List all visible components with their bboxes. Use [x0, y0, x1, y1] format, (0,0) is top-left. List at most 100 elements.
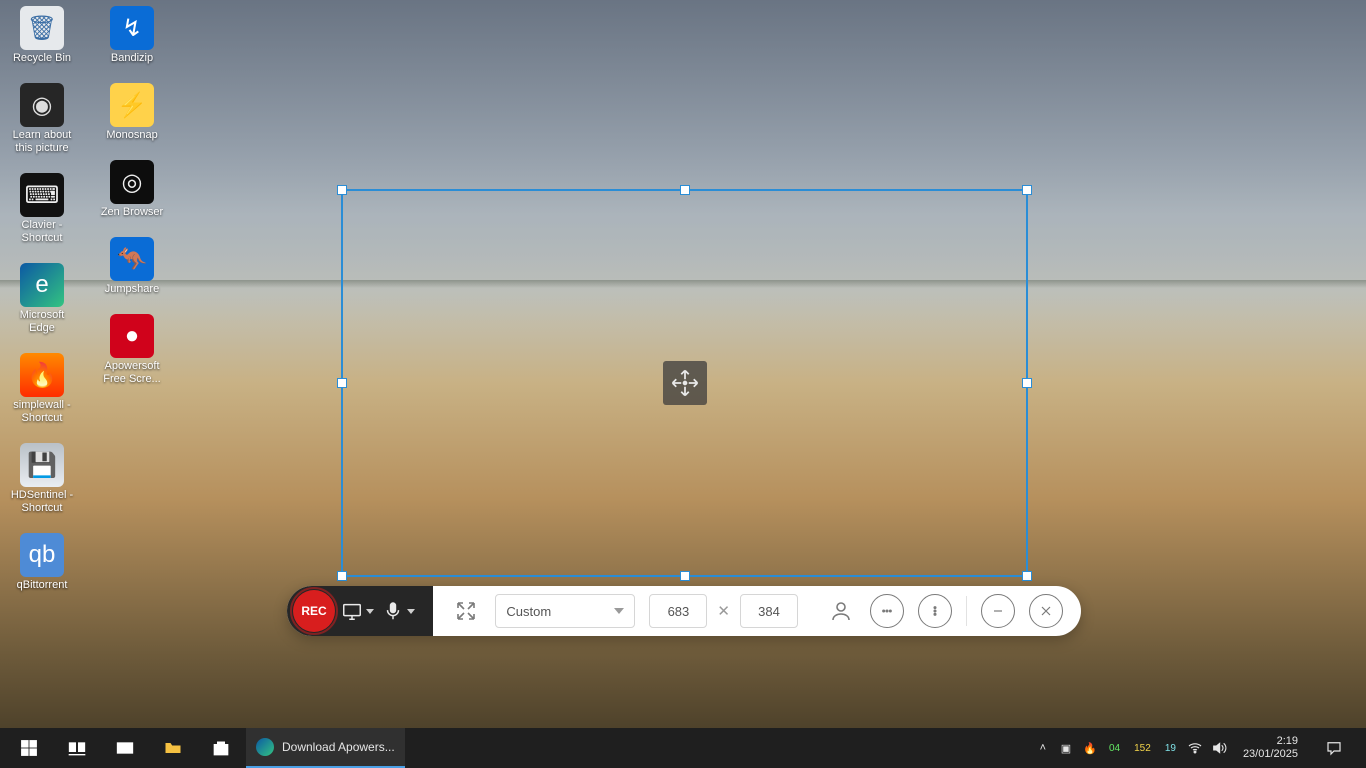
- width-input[interactable]: [649, 594, 707, 628]
- desktop-icon-clavier[interactable]: ⌨ Clavier - Shortcut: [6, 173, 78, 245]
- desktop-icon-label: Jumpshare: [105, 283, 159, 296]
- close-button[interactable]: [1029, 594, 1063, 628]
- desktop-icon-jumpshare[interactable]: 🦘 Jumpshare: [96, 237, 168, 296]
- close-icon: [1038, 603, 1054, 619]
- monitor-icon: [341, 600, 363, 622]
- divider: [966, 596, 967, 626]
- resize-handle-r[interactable]: [1022, 378, 1032, 388]
- move-icon: [670, 368, 700, 398]
- tray-gpu-badge[interactable]: 04: [1106, 743, 1123, 754]
- microphone-icon: [382, 600, 404, 622]
- start-button[interactable]: [6, 728, 52, 768]
- tray-mem-badge[interactable]: 19: [1162, 743, 1179, 754]
- desktop-icon-simplewall[interactable]: 🔥 simplewall - Shortcut: [6, 353, 78, 425]
- resize-handle-t[interactable]: [680, 185, 690, 195]
- desktop-icon-monosnap[interactable]: ⚡ Monosnap: [96, 83, 168, 142]
- minimize-button[interactable]: [981, 594, 1015, 628]
- desktop-icon-apowersoft[interactable]: ● Apowersoft Free Scre...: [96, 314, 168, 386]
- desktop-icon-label: Apowersoft Free Scre...: [96, 360, 168, 386]
- pinned-mail-button[interactable]: [102, 728, 148, 768]
- desktop-icon-edge[interactable]: e Microsoft Edge: [6, 263, 78, 335]
- resize-handle-tl[interactable]: [337, 185, 347, 195]
- record-button[interactable]: REC: [293, 590, 335, 632]
- desktop-icon-label: Recycle Bin: [13, 52, 71, 65]
- dimension-inputs: ✕: [649, 594, 798, 628]
- system-tray: ˄ ▣ 🔥 04 152 19 2:19 23/01/2025: [1030, 728, 1360, 768]
- taskbar-task-edge[interactable]: Download Apowers...: [246, 728, 405, 768]
- fullscreen-button[interactable]: [451, 596, 481, 626]
- folder-icon: [163, 738, 183, 758]
- taskbar: Download Apowers... ˄ ▣ 🔥 04 152 19 2:19…: [0, 728, 1366, 768]
- screen-source-button[interactable]: [339, 596, 376, 626]
- more-vertical-icon: [927, 603, 943, 619]
- drive-icon: 💾: [20, 443, 64, 487]
- desktop-icon-label: Zen Browser: [101, 206, 163, 219]
- qb-icon: qb: [20, 533, 64, 577]
- desktop-icon-label: qBittorrent: [17, 579, 68, 592]
- size-preset-value: Custom: [506, 604, 551, 619]
- webcam-button[interactable]: [826, 596, 856, 626]
- record-icon: ●: [110, 314, 154, 358]
- zen-icon: ◎: [110, 160, 154, 204]
- desktop-icon-label: Learn about this picture: [6, 129, 78, 155]
- task-view-button[interactable]: [54, 728, 100, 768]
- more-button[interactable]: [918, 594, 952, 628]
- desktop-icon-label: HDSentinel - Shortcut: [6, 489, 78, 515]
- edge-icon: e: [20, 263, 64, 307]
- desktop-icon-label: simplewall - Shortcut: [6, 399, 78, 425]
- desktop-icon-zen[interactable]: ◎ Zen Browser: [96, 160, 168, 219]
- resize-handle-br[interactable]: [1022, 571, 1032, 581]
- chevron-down-icon: [407, 609, 415, 614]
- tray-cpu-badge[interactable]: 152: [1131, 743, 1154, 754]
- clock-date: 23/01/2025: [1243, 748, 1298, 761]
- task-label: Download Apowers...: [282, 740, 395, 754]
- desktop-icon-label: Microsoft Edge: [6, 309, 78, 335]
- dots-icon: [879, 603, 895, 619]
- annotate-button[interactable]: [870, 594, 904, 628]
- mail-icon: [115, 738, 135, 758]
- wifi-icon[interactable]: [1187, 740, 1203, 756]
- resize-handle-l[interactable]: [337, 378, 347, 388]
- move-handle[interactable]: [663, 361, 707, 405]
- desktop-icons: 🗑 Recycle Bin ◉ Learn about this picture…: [6, 6, 168, 592]
- recycle-bin-icon: 🗑: [20, 6, 64, 50]
- clock-time: 2:19: [1243, 735, 1298, 748]
- resize-handle-b[interactable]: [680, 571, 690, 581]
- person-icon: [829, 599, 853, 623]
- tray-overflow-button[interactable]: ˄: [1036, 742, 1050, 754]
- monosnap-icon: ⚡: [110, 83, 154, 127]
- task-view-icon: [67, 738, 87, 758]
- jumpshare-icon: 🦘: [110, 237, 154, 281]
- store-icon: [211, 738, 231, 758]
- pinned-explorer-button[interactable]: [150, 728, 196, 768]
- taskbar-clock[interactable]: 2:19 23/01/2025: [1235, 735, 1306, 761]
- chevron-down-icon: [366, 609, 374, 614]
- desktop-icon-label: Bandizip: [111, 52, 153, 65]
- picture-icon: ◉: [20, 83, 64, 127]
- action-center-button[interactable]: [1314, 728, 1354, 768]
- fullscreen-icon: [454, 599, 478, 623]
- pinned-store-button[interactable]: [198, 728, 244, 768]
- recorder-toolbar: REC Custom ✕: [287, 586, 1081, 636]
- bandizip-icon: ↯: [110, 6, 154, 50]
- resize-handle-tr[interactable]: [1022, 185, 1032, 195]
- audio-source-button[interactable]: [380, 596, 417, 626]
- resize-handle-bl[interactable]: [337, 571, 347, 581]
- notification-icon: [1325, 739, 1343, 757]
- edge-icon: [256, 738, 274, 756]
- desktop-icon-qbittorrent[interactable]: qb qBittorrent: [6, 533, 78, 592]
- tray-app-icon[interactable]: ▣: [1058, 740, 1074, 756]
- desktop-icon-label: Clavier - Shortcut: [6, 219, 78, 245]
- desktop-icon-learn-about[interactable]: ◉ Learn about this picture: [6, 83, 78, 155]
- volume-icon[interactable]: [1211, 740, 1227, 756]
- desktop-icon-bandizip[interactable]: ↯ Bandizip: [96, 6, 168, 65]
- desktop-icon-recycle-bin[interactable]: 🗑 Recycle Bin: [6, 6, 78, 65]
- desktop-icon-hdsentinel[interactable]: 💾 HDSentinel - Shortcut: [6, 443, 78, 515]
- keyboard-icon: ⌨: [20, 173, 64, 217]
- desktop-icon-label: Monosnap: [106, 129, 157, 142]
- size-preset-select[interactable]: Custom: [495, 594, 635, 628]
- chevron-down-icon: [614, 608, 624, 614]
- times-icon: ✕: [717, 602, 730, 620]
- tray-flame-icon[interactable]: 🔥: [1082, 740, 1098, 756]
- height-input[interactable]: [740, 594, 798, 628]
